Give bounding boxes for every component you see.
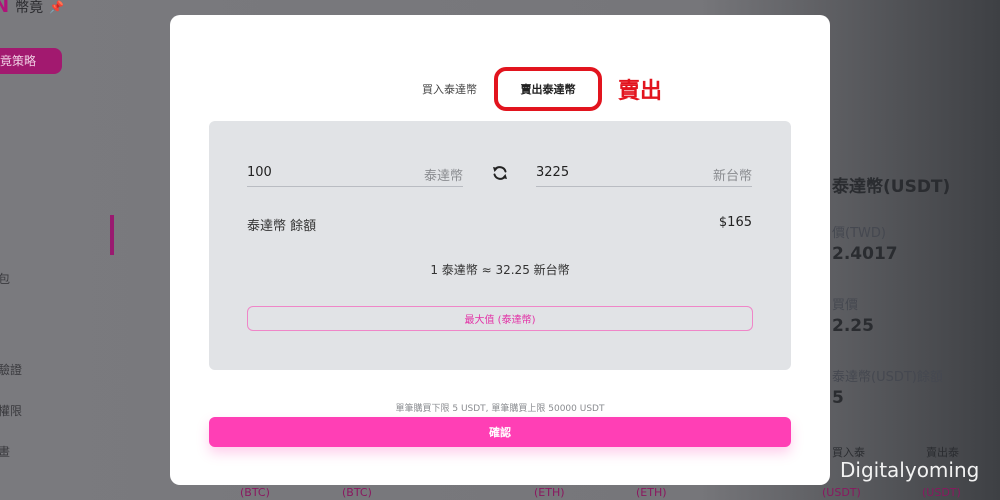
watermark: Digitalyoming — [840, 458, 980, 482]
twd-price-label: 價(TWD) — [832, 226, 886, 241]
promo-button[interactable]: 竟策略 — [0, 48, 62, 74]
buy-price-value: 2.25 — [832, 316, 874, 336]
sidebar-item[interactable]: 權限 — [0, 402, 22, 419]
buy-price-label: 買價 — [832, 298, 859, 313]
usdt-amount-input[interactable]: 100 泰達幣 — [247, 161, 463, 187]
sell-annotation: 賣出 — [618, 79, 663, 104]
sidebar-item[interactable]: 包 — [0, 270, 10, 287]
exchange-rate: 1 泰達幣 ≈ 32.25 新台幣 — [430, 263, 570, 277]
table-cell: (ETH) — [534, 486, 565, 499]
purchase-limits: 單筆購買下限 5 USDT, 單筆購買上限 50000 USDT — [395, 404, 605, 414]
asset-title: 泰達幣(USDT) — [832, 177, 951, 197]
twd-amount-value: 3225 — [536, 165, 570, 180]
table-cell: (USDT) — [822, 486, 861, 499]
trade-modal: 買入泰達幣 賣出泰達幣 賣出 100 泰達幣 3225 新台幣 泰達幣 餘額 $… — [170, 15, 830, 485]
balance-label: 泰達幣 餘額 — [247, 219, 317, 234]
confirm-button[interactable]: 確認 — [209, 417, 791, 447]
table-cell: (ETH) — [636, 486, 667, 499]
logo-text: 幣竟 — [15, 0, 44, 16]
swap-icon[interactable] — [490, 163, 510, 183]
trade-tabs: 買入泰達幣 賣出泰達幣 賣出 — [170, 67, 830, 111]
max-amount-button[interactable]: 最大值 (泰達幣) — [247, 306, 753, 331]
sidebar-active-indicator — [110, 215, 114, 255]
balance-value: $165 — [718, 215, 752, 230]
tab-sell-usdt[interactable]: 賣出泰達幣 — [494, 67, 602, 111]
logo-mark-icon: N — [0, 0, 10, 17]
tab-buy-usdt[interactable]: 買入泰達幣 — [422, 81, 477, 97]
twd-price-value: 2.4017 — [832, 244, 898, 264]
twd-amount-input[interactable]: 3225 新台幣 — [536, 161, 752, 187]
table-cell: (BTC) — [342, 486, 372, 499]
sidebar-item[interactable]: 畫 — [0, 443, 10, 460]
usdt-unit-label: 泰達幣 — [423, 169, 463, 184]
conversion-panel: 100 泰達幣 3225 新台幣 泰達幣 餘額 $165 1 泰達幣 ≈ 32.… — [209, 121, 791, 370]
app-logo: N 幣竟 📌 — [0, 0, 64, 17]
table-cell: (USDT) — [922, 486, 961, 499]
balance-label-bg: 泰達幣(USDT)餘額 — [832, 370, 943, 385]
twd-unit-label: 新台幣 — [712, 169, 752, 184]
table-cell: (BTC) — [240, 486, 270, 499]
pin-icon: 📌 — [49, 0, 65, 14]
balance-value-bg: 5 — [832, 388, 844, 408]
sidebar-item[interactable]: 驗證 — [0, 361, 22, 378]
usdt-amount-value: 100 — [247, 165, 272, 180]
